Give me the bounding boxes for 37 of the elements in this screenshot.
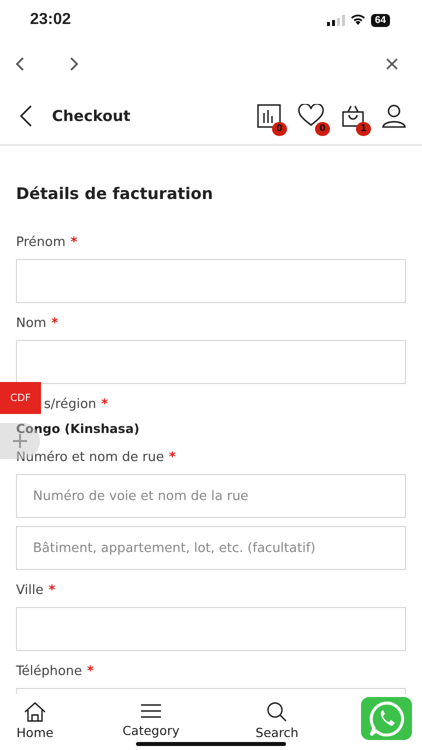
tab-item[interactable]: Search <box>216 702 338 740</box>
input-field[interactable]: Bâtiment, appartement, lot, etc. (facultatif) <box>16 526 406 570</box>
menu-icon <box>140 702 162 720</box>
required-mark: * <box>70 235 78 250</box>
back-icon[interactable] <box>18 104 34 128</box>
forward-icon[interactable] <box>68 56 80 72</box>
search-icon <box>266 702 288 722</box>
wifi-icon <box>350 14 366 26</box>
field-label: Prénom <box>16 235 66 250</box>
required-mark: * <box>101 397 108 412</box>
field-label: s/région <box>44 397 96 412</box>
close-icon[interactable] <box>386 58 398 70</box>
field-value: Congo (Kinshasa) <box>16 421 140 437</box>
required-mark: * <box>48 583 56 598</box>
field-label: Numéro et nom de rue <box>16 450 164 465</box>
input-field[interactable] <box>16 340 406 384</box>
home-icon <box>23 702 47 722</box>
user-icon[interactable] <box>382 104 406 128</box>
battery-icon: 64 <box>370 14 390 26</box>
count-badge: 0 <box>315 122 330 136</box>
field-label: Téléphone <box>16 664 82 679</box>
field-label: Ville <box>16 583 44 598</box>
page-title: Checkout <box>52 107 130 125</box>
field-label: Nom <box>16 316 46 331</box>
section-title: Détails de facturation <box>16 183 214 205</box>
input-field[interactable] <box>16 607 406 651</box>
required-mark: * <box>51 316 58 331</box>
required-mark: * <box>87 664 94 679</box>
signal-icon <box>326 14 345 26</box>
input-field[interactable]: Numéro de voie et nom de la rue <box>16 474 406 518</box>
currency-badge[interactable]: CDF <box>0 382 41 414</box>
back-icon[interactable] <box>14 56 26 72</box>
count-badge: 0 <box>272 122 287 136</box>
required-mark: * <box>168 450 176 465</box>
input-field[interactable] <box>16 259 406 303</box>
count-badge: 1 <box>356 122 371 136</box>
status-time: 23:02 <box>30 11 71 29</box>
